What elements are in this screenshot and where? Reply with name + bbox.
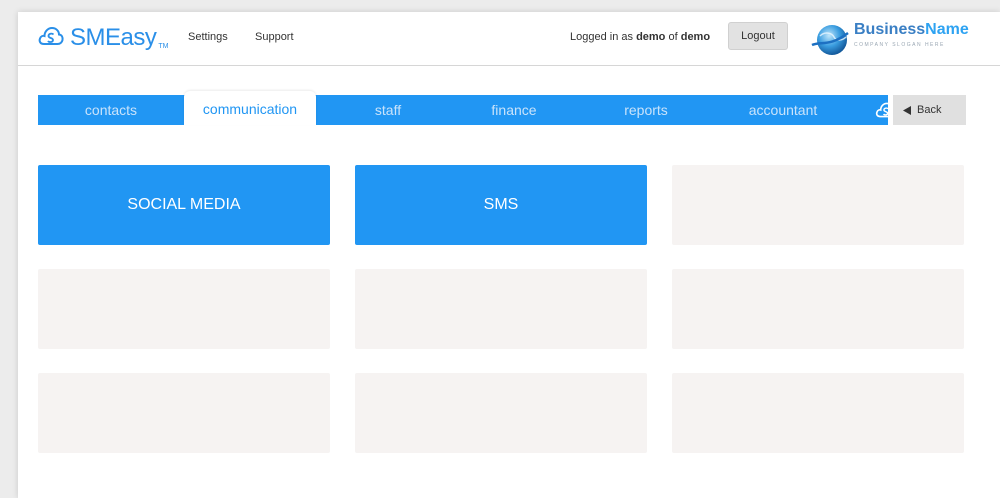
triangle-left-icon xyxy=(903,105,911,115)
header: SMEasy TM Settings Support Logged in as … xyxy=(18,12,1000,66)
smeasy-logo[interactable]: SMEasy TM xyxy=(38,24,168,52)
sms-tile[interactable]: SMS xyxy=(355,165,647,245)
logout-button[interactable]: Logout xyxy=(728,22,788,50)
back-label: Back xyxy=(917,104,942,116)
back-button[interactable]: Back xyxy=(893,95,966,125)
social-media-tile[interactable]: SOCIAL MEDIA xyxy=(38,165,330,245)
login-user: demo xyxy=(636,31,666,43)
empty-tile xyxy=(672,165,964,245)
login-status: Logged in as demo of demo xyxy=(570,31,710,43)
empty-tile xyxy=(38,373,330,453)
main-tab-bar: contacts communication staff finance rep… xyxy=(38,91,897,125)
tab-reports[interactable]: reports xyxy=(596,95,696,125)
login-of: of xyxy=(668,31,678,43)
tab-accountant[interactable]: accountant xyxy=(728,95,838,125)
logo-text: SMEasy xyxy=(70,24,157,51)
business-logo: BusinessName COMPANY SLOGAN HERE xyxy=(810,15,980,59)
tab-contacts[interactable]: contacts xyxy=(38,95,184,125)
login-company: demo xyxy=(680,31,711,43)
tab-finance[interactable]: finance xyxy=(464,95,564,125)
business-slogan: COMPANY SLOGAN HERE xyxy=(854,42,945,48)
tab-staff[interactable]: staff xyxy=(338,95,438,125)
empty-tile xyxy=(355,269,647,349)
empty-tile xyxy=(672,269,964,349)
page: SMEasy TM Settings Support Logged in as … xyxy=(18,12,1000,498)
logo-trademark: TM xyxy=(158,43,169,50)
globe-icon xyxy=(811,25,849,55)
settings-link[interactable]: Settings xyxy=(188,31,228,43)
empty-tile xyxy=(38,269,330,349)
business-name: BusinessName xyxy=(854,21,969,38)
login-prefix: Logged in as xyxy=(570,31,633,43)
empty-tile xyxy=(672,373,964,453)
support-link[interactable]: Support xyxy=(255,31,294,43)
empty-tile xyxy=(355,373,647,453)
cloud-logo-icon xyxy=(38,25,64,52)
tab-communication[interactable]: communication xyxy=(184,91,316,125)
